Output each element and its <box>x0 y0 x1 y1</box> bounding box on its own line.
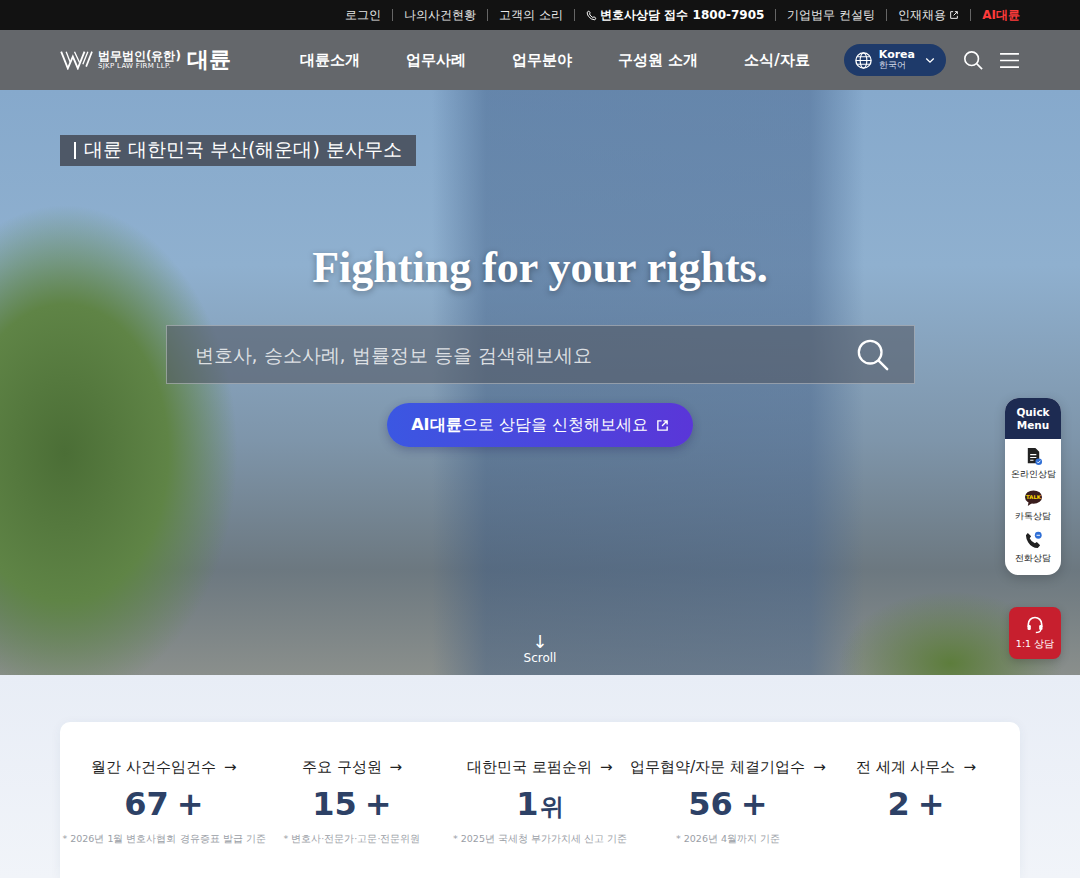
stats-section: 월간 사건수임건수→ 67+ * 2026년 1월 변호사협회 경유증표 발급 기준… <box>0 675 1080 878</box>
stat-value: 15+ <box>312 785 391 823</box>
one-on-one-consult-button[interactable]: 1:1 상담 <box>1009 607 1061 659</box>
utility-link[interactable]: 인재채용 <box>886 9 970 21</box>
chevron-down-icon <box>925 57 935 64</box>
logo[interactable]: 법무법인(유한)SJKP LAW FIRM LLP. 대륜 <box>60 45 231 75</box>
quick-menu-item[interactable]: TALK카톡상담 <box>1015 489 1051 523</box>
nav-item[interactable]: 구성원 소개 <box>618 51 698 70</box>
headset-icon <box>1025 615 1045 635</box>
search-icon[interactable] <box>963 50 983 70</box>
search-icon[interactable] <box>856 338 890 372</box>
stat-note: * 2025년 국세청 부가가치세 신고 기준 <box>453 833 627 846</box>
office-badge: 대륜 대한민국 부산(해운대) 분사무소 <box>60 135 416 166</box>
quick-menu-item[interactable]: 온라인상담 <box>1011 447 1056 481</box>
nav-item[interactable]: 소식/자료 <box>744 51 809 70</box>
language-selector[interactable]: Korea한국어 <box>844 44 946 76</box>
stat-item[interactable]: 전 세계 사무소→ 2+ <box>822 758 1010 878</box>
stat-item[interactable]: 대한민국 로펌순위→ 1위 * 2025년 국세청 부가가치세 신고 기준 <box>446 758 634 878</box>
hero-search <box>166 325 915 384</box>
stat-item[interactable]: 주요 구성원→ 15+ * 변호사·전문가·고문·전문위원 <box>258 758 446 878</box>
main-nav: 대륜소개 업무사례 업무분야 구성원 소개 소식/자료 <box>300 51 810 70</box>
stat-value: 56+ <box>688 785 767 823</box>
external-link-icon <box>949 10 959 20</box>
stat-note: * 2026년 1월 변호사협회 경유증표 발급 기준 <box>62 833 265 846</box>
document-icon <box>1024 447 1043 466</box>
nav-item[interactable]: 대륜소개 <box>300 51 360 70</box>
stat-label: 주요 구성원→ <box>302 758 402 777</box>
utility-bar: 로그인나의사건현황고객의 소리변호사상담 접수 1800-7905기업법무 컨설… <box>0 0 1080 30</box>
stat-value: 67+ <box>124 785 203 823</box>
stat-note: * 변호사·전문가·고문·전문위원 <box>284 833 421 846</box>
utility-link[interactable]: 고객의 소리 <box>487 9 574 21</box>
stat-value: 2+ <box>887 785 944 823</box>
main-header: 법무법인(유한)SJKP LAW FIRM LLP. 대륜 대륜소개 업무사례 업무분야… <box>0 30 1080 90</box>
utility-link[interactable]: 로그인 <box>334 9 392 21</box>
nav-item[interactable]: 업무분야 <box>512 51 572 70</box>
globe-icon <box>854 51 873 70</box>
svg-text:TALK: TALK <box>1026 494 1042 500</box>
stat-label: 월간 사건수임건수→ <box>91 758 236 777</box>
stat-label: 대한민국 로펌순위→ <box>467 758 612 777</box>
ai-consult-button[interactable]: AI대륜으로 상담을 신청해보세요 <box>387 403 693 447</box>
utility-link[interactable]: 변호사상담 접수 1800-7905 <box>574 9 775 21</box>
header-tools: Korea한국어 <box>844 44 1020 76</box>
quick-menu-title: QuickMenu <box>1005 398 1061 439</box>
quick-menu-item[interactable]: 전화상담 <box>1015 531 1051 565</box>
phone-icon <box>586 10 597 21</box>
hero: 대륜 대한민국 부산(해운대) 분사무소 Fighting for your ri… <box>0 90 1080 675</box>
logo-name: 대륜 <box>187 45 231 75</box>
phone-icon <box>1024 531 1043 550</box>
page: 로그인나의사건현황고객의 소리변호사상담 접수 1800-7905기업법무 컨설… <box>0 0 1080 878</box>
hero-title: Fighting for your rights. <box>312 242 768 293</box>
stat-note: * 2026년 4월까지 기준 <box>676 833 780 846</box>
kakao-talk-icon: TALK <box>1024 489 1043 508</box>
stat-item[interactable]: 월간 사건수임건수→67+* 2026년 1월 변호사협회 경유증표 발급 기준 <box>70 758 258 878</box>
stat-value: 1위 <box>516 785 563 823</box>
stat-label: 업무협약/자문 체결기업수→ <box>630 758 825 777</box>
nav-item[interactable]: 업무사례 <box>406 51 466 70</box>
stat-item[interactable]: 업무협약/자문 체결기업수→56+* 2026년 4월까지 기준 <box>634 758 822 878</box>
logo-mark-icon <box>60 50 94 70</box>
stats-card: 월간 사건수임건수→ 67+ * 2026년 1월 변호사협회 경유증표 발급 기준… <box>60 722 1020 878</box>
external-link-icon <box>656 419 669 432</box>
scroll-indicator[interactable]: ↓Scroll <box>524 632 557 675</box>
quick-menu: QuickMenu 온라인상담 TALK카톡상담전화상담 <box>1005 398 1061 575</box>
utility-link[interactable]: 나의사건현황 <box>392 9 487 21</box>
utility-link[interactable]: AI대륜 <box>970 9 1031 21</box>
utility-link[interactable]: 기업법무 컨설팅 <box>775 9 886 21</box>
menu-icon[interactable] <box>999 52 1020 69</box>
search-input[interactable] <box>193 343 856 367</box>
logo-text: 법무법인(유한)SJKP LAW FIRM LLP. <box>98 50 181 70</box>
stat-label: 전 세계 사무소→ <box>856 758 976 777</box>
